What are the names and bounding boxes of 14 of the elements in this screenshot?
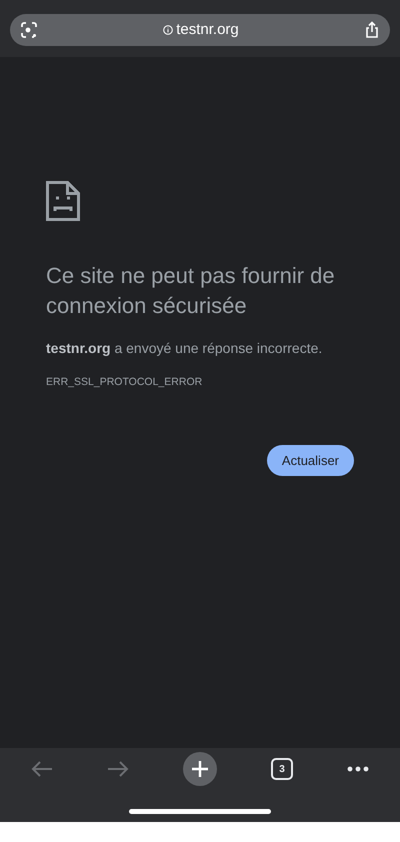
info-icon[interactable] <box>163 25 174 35</box>
tab-count-button[interactable]: 3 <box>271 758 293 780</box>
address-bar[interactable]: testnr.org <box>10 14 390 46</box>
reload-button[interactable]: Actualiser <box>266 444 354 476</box>
share-icon[interactable] <box>364 21 380 39</box>
sad-page-icon <box>46 181 80 221</box>
camera-search-icon[interactable] <box>20 21 38 39</box>
new-tab-button[interactable] <box>183 752 217 786</box>
error-message: testnr.org a envoyé une réponse incorrecte. <box>46 339 324 358</box>
more-icon[interactable] <box>347 766 369 772</box>
error-title: Ce site ne peut pas fournir de connexion sécurisée <box>46 262 336 320</box>
plus-icon <box>191 760 209 778</box>
url-text[interactable]: testnr.org <box>176 18 239 42</box>
error-code: ERR_SSL_PROTOCOL_ERROR <box>46 375 204 390</box>
